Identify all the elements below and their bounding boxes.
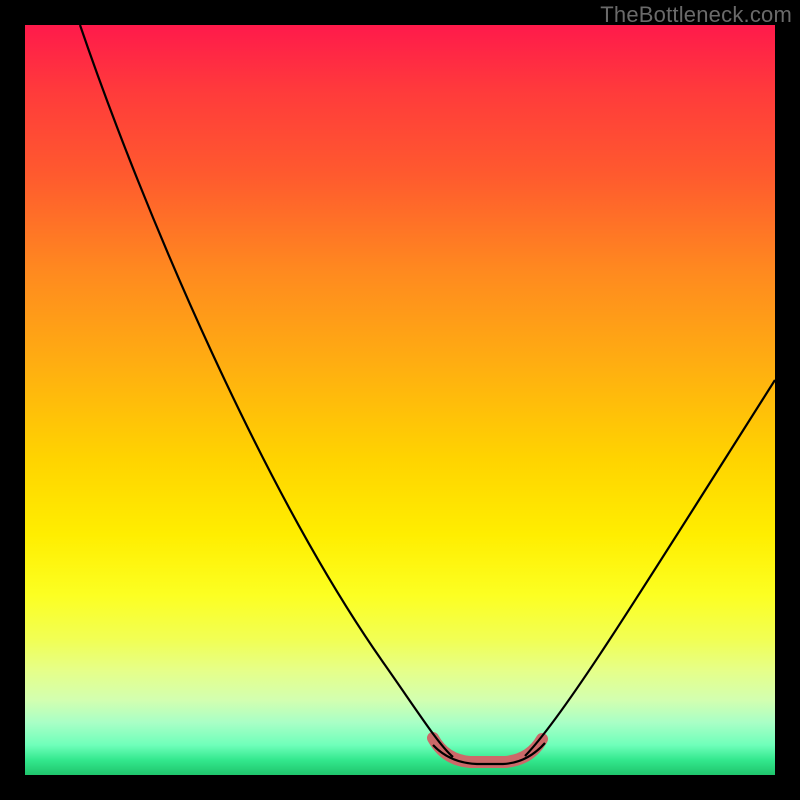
plot-area [25,25,775,775]
right-branch-curve [525,380,775,756]
left-branch-curve [80,25,453,757]
chart-frame: TheBottleneck.com [0,0,800,800]
curve-layer [25,25,775,775]
